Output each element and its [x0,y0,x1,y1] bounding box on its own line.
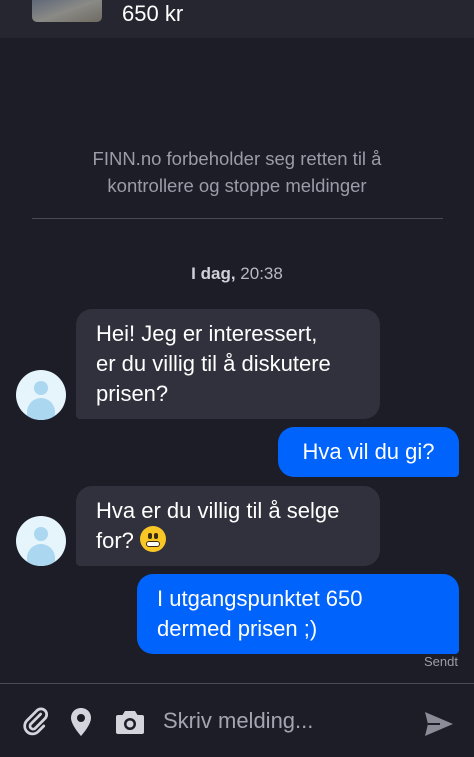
incoming-message[interactable]: Hei! Jeg er interessert, er du villig ti… [76,309,380,419]
listing-header[interactable]: 650 kr [0,0,474,38]
incoming-message[interactable]: Hva er du villig til å selge for? [76,486,380,566]
date-label: I dag, [191,264,236,283]
location-pin-icon[interactable] [69,707,93,742]
divider [32,218,443,219]
message-text: Hva er du villig til å selge for? [96,498,340,553]
composer-divider [0,683,474,684]
moderation-notice: FINN.no forbeholder seg retten til å kon… [92,148,382,196]
time-label: 20:38 [240,264,283,283]
message-text: I utgangspunktet 650 dermed prisen ;) [157,586,363,641]
listing-price: 650 kr [122,1,184,26]
message-text: Hva vil du gi? [302,439,435,464]
avatar[interactable] [16,516,66,566]
message-input[interactable]: Skriv melding... [163,708,313,734]
message-status: Sendt [424,654,458,669]
listing-thumbnail[interactable] [32,0,102,22]
message-content: Hva er du villig til å selge for? [96,496,339,556]
date-separator: I dag, 20:38 [0,264,474,284]
paperclip-icon[interactable] [20,706,50,741]
message-text: Hei! Jeg er interessert, er du villig ti… [96,321,331,406]
outgoing-message[interactable]: Hva vil du gi? [278,427,459,477]
camera-icon[interactable] [115,709,145,740]
grimacing-face-icon [139,526,166,552]
outgoing-message[interactable]: I utgangspunktet 650 dermed prisen ;) [137,574,459,654]
avatar[interactable] [16,370,66,420]
send-icon[interactable] [424,711,454,742]
